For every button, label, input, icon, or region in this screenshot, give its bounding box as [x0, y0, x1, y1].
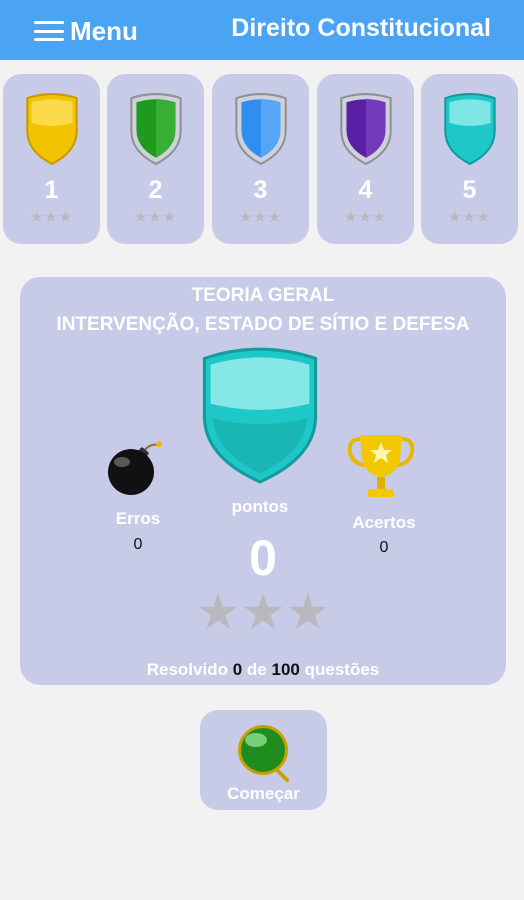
topic-panel: TEORIA GERAL INTERVENÇÃO, ESTADO DE SÍTI…	[20, 277, 506, 685]
menu-label: Menu	[70, 15, 138, 46]
start-orb-icon	[238, 725, 289, 782]
hamburger-icon	[34, 21, 64, 41]
level-number: 4	[358, 176, 373, 204]
resolved-total: 100	[271, 660, 300, 679]
level-card-2[interactable]: 2 ★★★	[107, 74, 204, 244]
app-title: Direito Constitucional	[231, 14, 491, 42]
purple-shield-icon	[339, 93, 392, 166]
topic-category: TEORIA GERAL	[191, 285, 335, 306]
level-selector: 1 ★★★ 2 ★★★ 3 ★★★ 4 ★★★ 5 ★★★	[0, 74, 524, 246]
menu-button[interactable]: Menu	[34, 14, 138, 48]
level-card-1[interactable]: 1 ★★★	[3, 74, 100, 244]
points-label: pontos	[231, 497, 289, 516]
rating-stars: ★★★	[195, 584, 331, 640]
trophy-icon	[347, 435, 415, 497]
level-number: 3	[253, 176, 268, 204]
start-button[interactable]: Começar	[200, 710, 327, 810]
correct-value: 0	[379, 539, 389, 556]
level-number: 5	[462, 176, 477, 204]
blue-shield-icon	[234, 93, 287, 166]
top-app-bar: Menu Direito Constitucional	[0, 0, 524, 60]
topic-title: INTERVENÇÃO, ESTADO DE SÍTIO E DEFESA	[56, 314, 470, 335]
resolved-mid: de	[246, 660, 267, 679]
teal-shield-icon	[443, 93, 496, 166]
level-card-5[interactable]: 5 ★★★	[421, 74, 518, 244]
level-card-4[interactable]: 4 ★★★	[317, 74, 414, 244]
resolved-prefix: Resolvido	[146, 660, 228, 679]
level-stars: ★★★	[238, 209, 283, 226]
level-card-3[interactable]: 3 ★★★	[212, 74, 309, 244]
correct-label: Acertos	[352, 513, 416, 532]
start-label: Começar	[227, 784, 300, 803]
level-stars: ★★★	[447, 209, 492, 226]
level-stars: ★★★	[29, 209, 74, 226]
bomb-icon	[108, 441, 162, 495]
resolved-count: 0	[232, 660, 243, 679]
errors-label: Erros	[115, 509, 161, 528]
points-value: 0	[249, 530, 277, 586]
resolved-suffix: questões	[304, 660, 380, 679]
level-stars: ★★★	[133, 209, 178, 226]
level-stars: ★★★	[343, 209, 388, 226]
level-number: 2	[148, 176, 163, 204]
level-number: 1	[44, 176, 59, 204]
level-shield-icon	[202, 347, 318, 484]
gold-shield-icon	[25, 93, 78, 166]
green-shield-icon	[129, 93, 182, 166]
resolved-summary: Resolvido 0 de 100 questões	[20, 660, 506, 680]
